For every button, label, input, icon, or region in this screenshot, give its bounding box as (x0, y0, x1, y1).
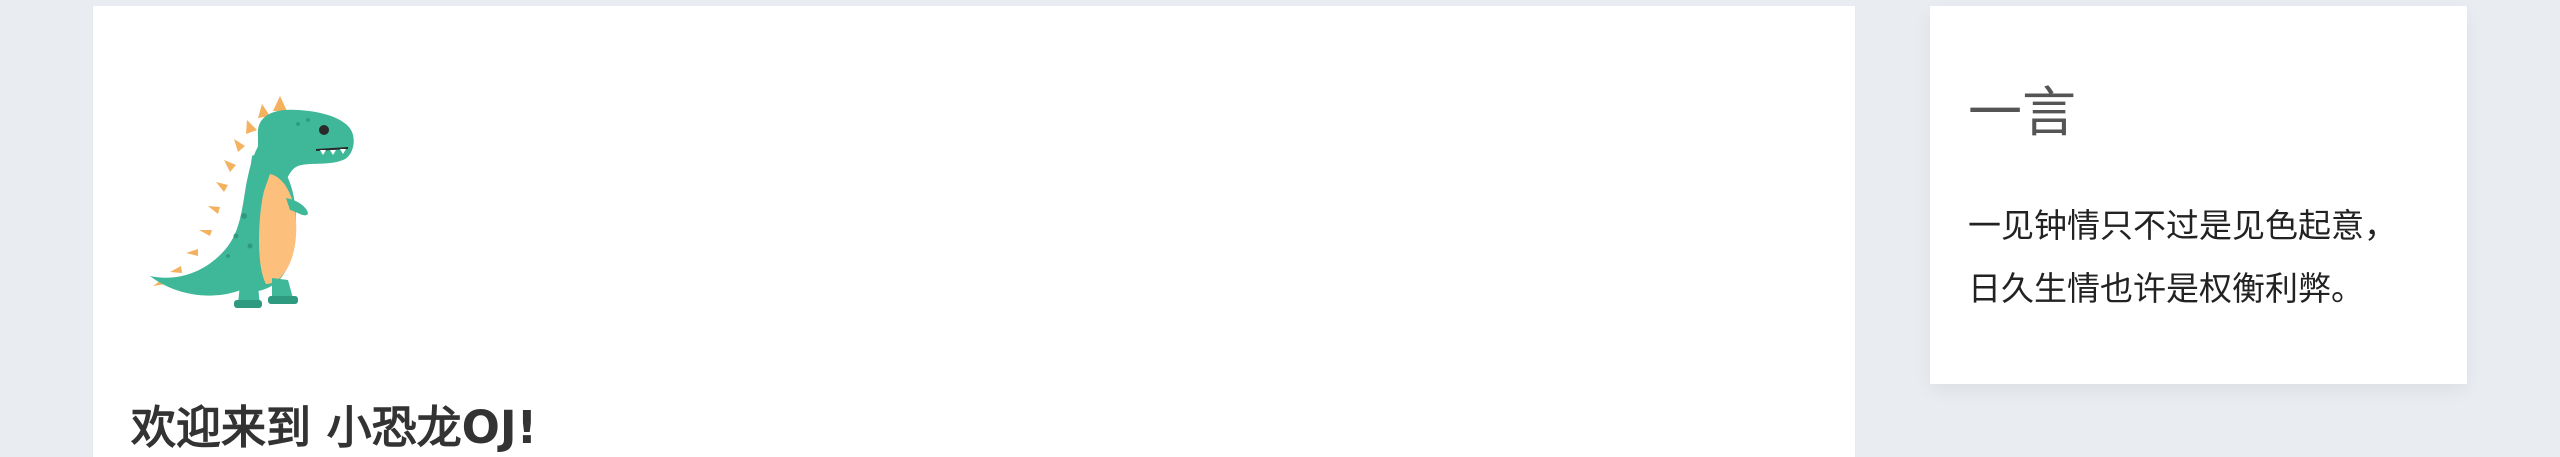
quote-card: 一言 一见钟情只不过是见色起意， 日久生情也许是权衡利弊。 (1930, 6, 2467, 384)
quote-text: 一见钟情只不过是见色起意， 日久生情也许是权衡利弊。 (1968, 194, 2438, 320)
welcome-heading: 欢迎来到 小恐龙OJ! (131, 401, 538, 454)
quote-line: 一见钟情只不过是见色起意， (1968, 206, 2397, 245)
welcome-card: 欢迎来到 小恐龙OJ! (93, 6, 1855, 457)
quote-line: 日久生情也许是权衡利弊。 (1968, 269, 2364, 308)
page: 欢迎来到 小恐龙OJ! 一言 一见钟情只不过是见色起意， 日久生情也许是权衡利弊… (0, 0, 2560, 457)
quote-card-title: 一言 (1968, 81, 2076, 144)
dinosaur-icon (150, 96, 354, 308)
